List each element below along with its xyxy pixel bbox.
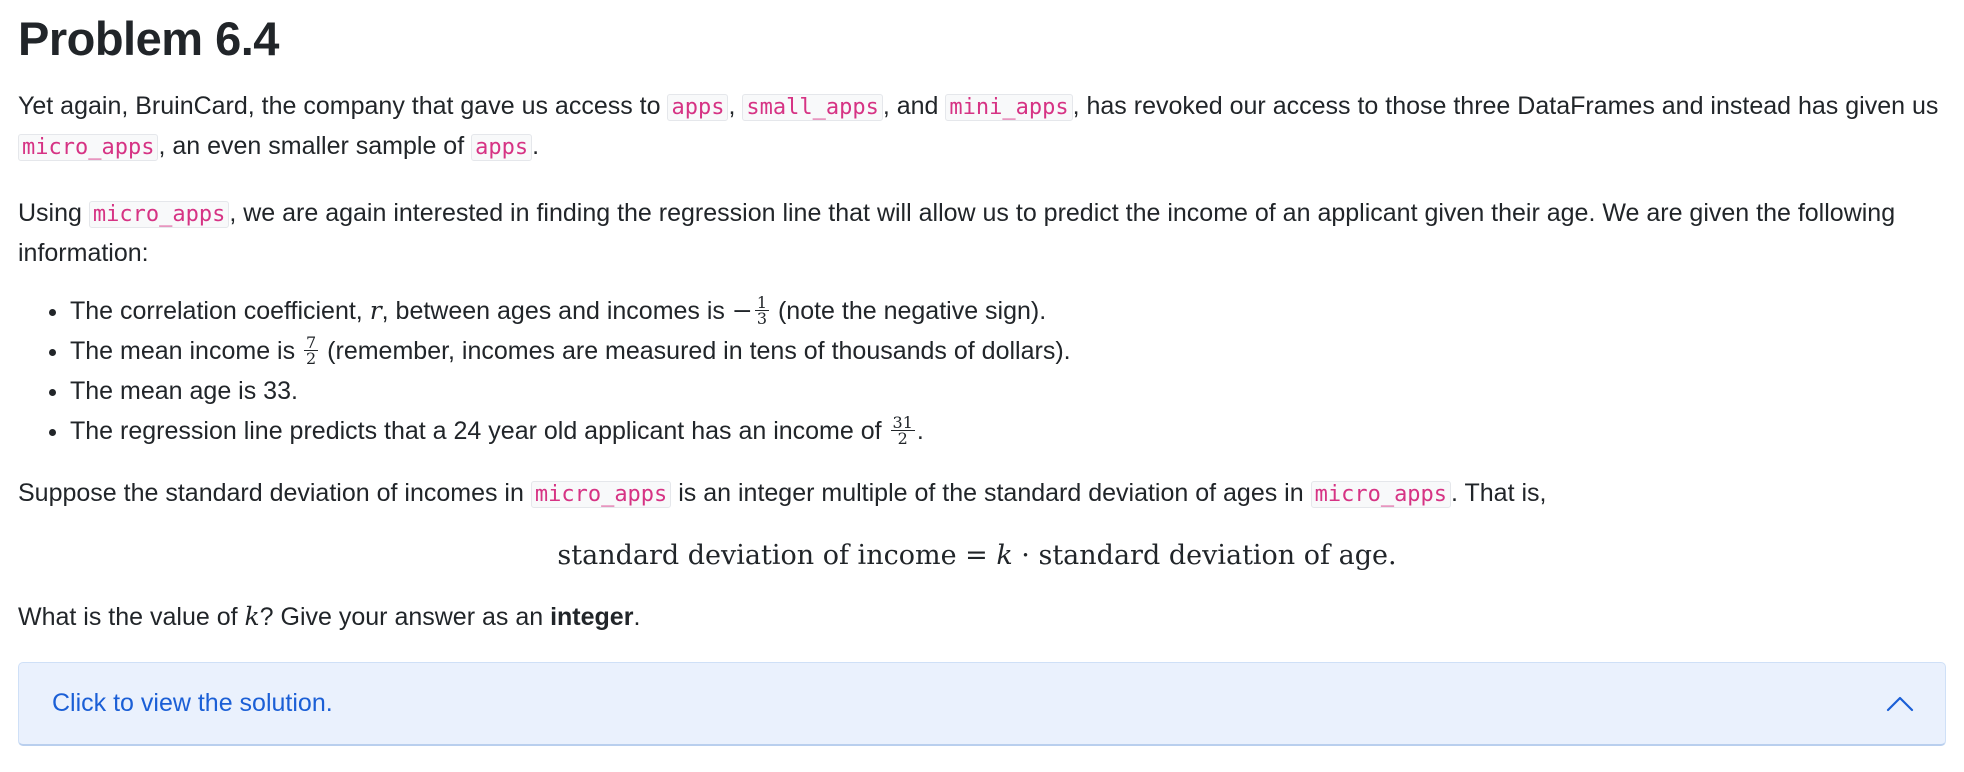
code-micro-apps: micro_apps: [88, 201, 230, 228]
text: What is the value of: [18, 603, 245, 631]
info-list: The correlation coefficient, r, between …: [18, 292, 1946, 450]
text: .: [532, 132, 540, 160]
text: , between ages and incomes is: [381, 297, 732, 325]
page: Problem 6.4 Yet again, BruinCard, the co…: [0, 0, 1964, 772]
list-item-correlation: The correlation coefficient, r, between …: [70, 292, 1946, 330]
text: . That is,: [1451, 479, 1547, 507]
equation-right: standard deviation of age.: [1038, 540, 1397, 571]
text: ? Give your answer as an: [259, 603, 551, 631]
text: (note the negative sign).: [771, 297, 1047, 325]
code-micro-apps: micro_apps: [1310, 481, 1452, 508]
denominator: 3: [756, 308, 768, 328]
text: Using: [18, 199, 89, 227]
text: is an integer multiple of the standard d…: [671, 479, 1311, 507]
fraction-thirty-one-halves: 31 2: [890, 414, 915, 448]
fraction-seven-halves: 72: [304, 334, 319, 368]
text: Suppose the standard deviation of income…: [18, 479, 531, 507]
equation-dot: ·: [1012, 540, 1039, 571]
page-title: Problem 6.4: [18, 12, 279, 65]
code-micro-apps: micro_apps: [530, 481, 672, 508]
code-apps: apps: [667, 94, 729, 121]
math-var-k: k: [244, 602, 260, 631]
display-equation: standard deviation of income = k · stand…: [18, 538, 1946, 574]
code-apps: apps: [471, 134, 533, 161]
solution-toggle[interactable]: Click to view the solution.: [18, 662, 1946, 746]
denominator: 2: [897, 428, 908, 448]
intro-paragraph: Yet again, BruinCard, the company that g…: [18, 87, 1946, 167]
list-item-prediction: The regression line predicts that a 24 y…: [70, 412, 1946, 450]
text: The mean age is 33.: [70, 377, 298, 405]
text: , and: [882, 92, 946, 120]
text: , we are again interested in finding the…: [18, 199, 1896, 267]
code-micro-apps: micro_apps: [18, 134, 159, 161]
math-var-r: r: [369, 296, 382, 325]
code-small-apps: small_apps: [742, 94, 883, 121]
setup-paragraph: Using micro_apps, we are again intereste…: [18, 194, 1946, 272]
text: The mean income is: [70, 337, 303, 365]
math-var-k: k: [996, 540, 1013, 571]
assumption-paragraph: Suppose the standard deviation of income…: [18, 474, 1946, 514]
text: .: [633, 603, 641, 631]
denominator: 2: [306, 348, 317, 368]
list-item-mean-income: The mean income is 72 (remember, incomes…: [70, 332, 1946, 370]
emphasis-integer: integer: [550, 603, 634, 631]
equation-left: standard deviation of income: [557, 540, 957, 571]
list-item-mean-age: The mean age is 33.: [70, 372, 1946, 410]
code-mini-apps: mini_apps: [945, 94, 1073, 121]
text: Yet again, BruinCard, the company that g…: [18, 92, 668, 120]
text: ,: [728, 92, 743, 120]
text: (remember, incomes are measured in tens …: [320, 337, 1071, 365]
math-minus: −: [731, 296, 753, 325]
text: , has revoked our access to those three …: [1072, 92, 1939, 120]
chevron-up-icon[interactable]: [1885, 694, 1915, 714]
text: The correlation coefficient,: [70, 297, 370, 325]
text: , an even smaller sample of: [158, 132, 472, 160]
text: .: [916, 417, 924, 445]
fraction-one-third: 13: [754, 294, 770, 328]
question-paragraph: What is the value of k? Give your answer…: [18, 598, 1946, 636]
solution-toggle-label[interactable]: Click to view the solution.: [52, 689, 333, 718]
text: The regression line predicts that a 24 y…: [70, 417, 889, 445]
equation-equals: =: [956, 540, 997, 571]
